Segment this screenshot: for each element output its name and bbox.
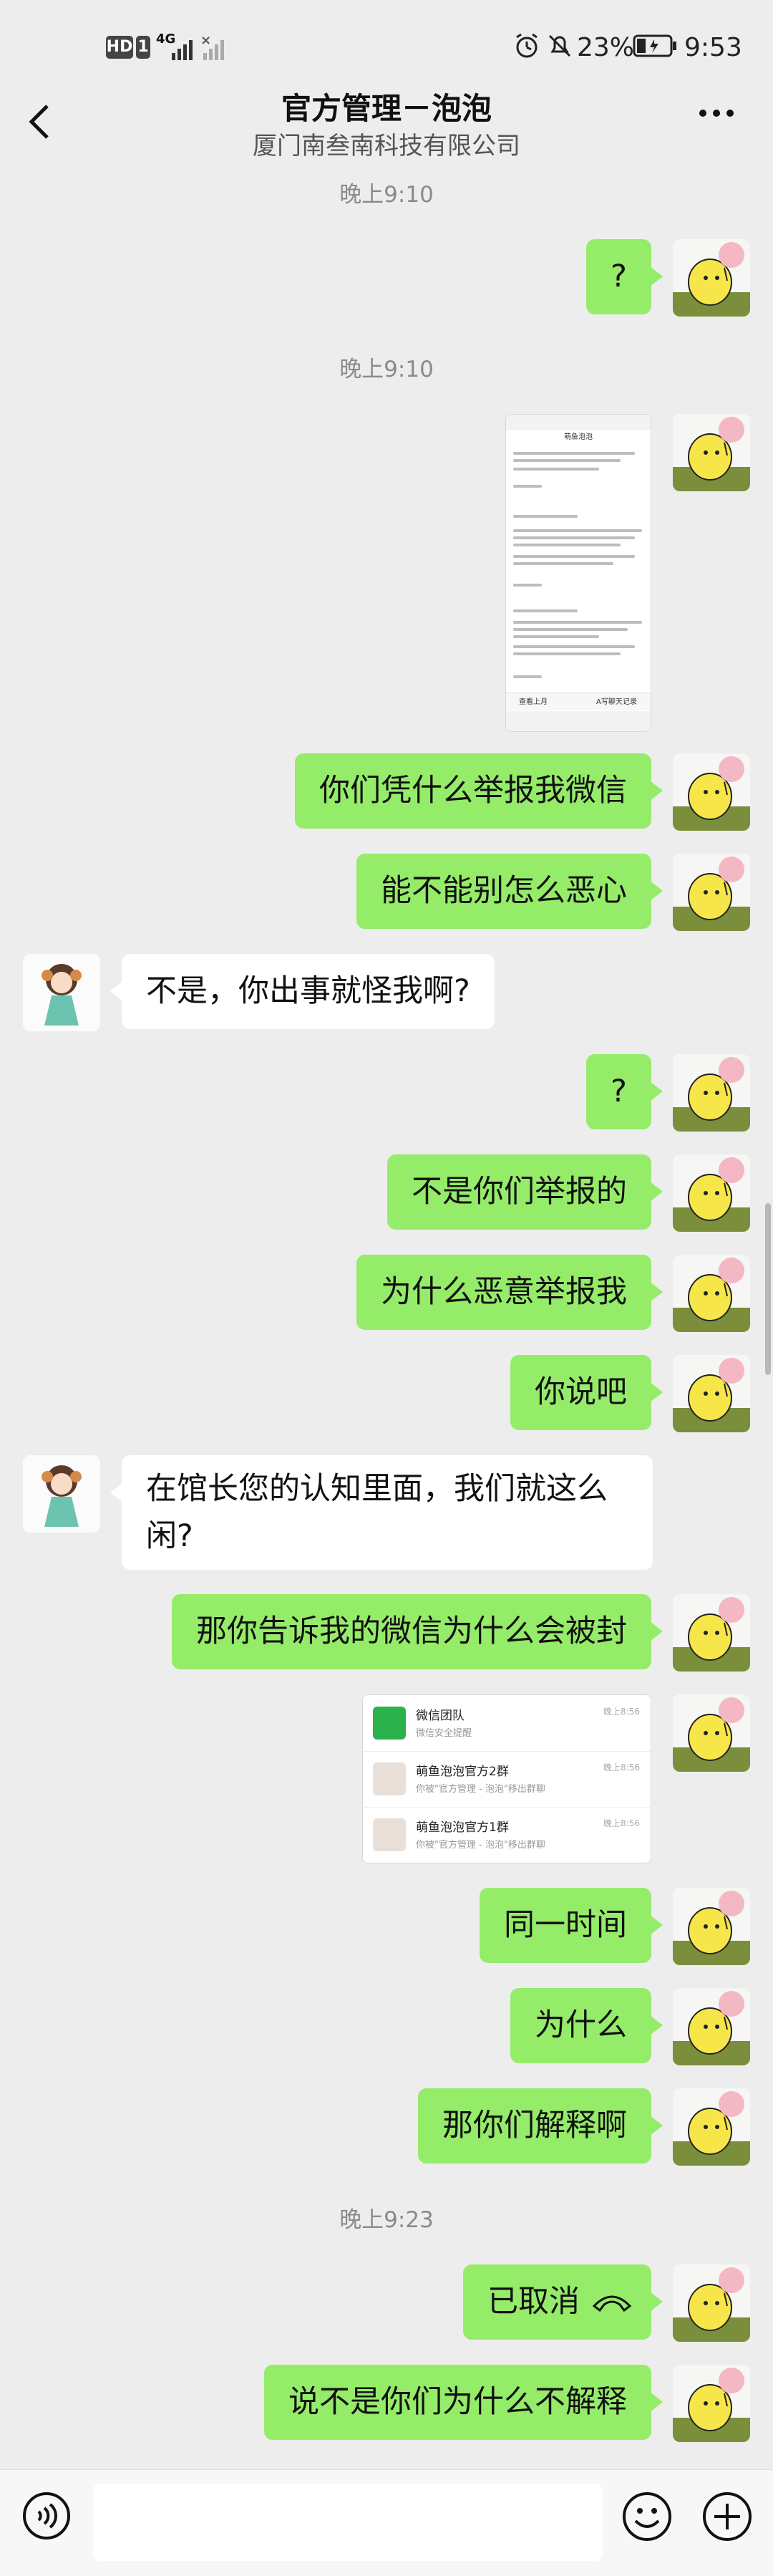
avatar-self[interactable] (673, 2264, 750, 2342)
egg-character-icon (673, 1358, 750, 1432)
egg-character-icon (673, 1697, 750, 1772)
battery-percent: 23% (577, 33, 635, 62)
message-bubble-sent[interactable]: 同一时间 (480, 1888, 663, 1963)
avatar-self[interactable] (673, 1355, 750, 1432)
message-bubble-sent[interactable]: 你说吧 (510, 1355, 663, 1430)
avatar-self[interactable] (673, 1054, 750, 1132)
plus-icon[interactable] (701, 2491, 753, 2542)
avatar-self[interactable] (673, 1255, 750, 1332)
message-bubble-sent[interactable]: ? (586, 1054, 663, 1129)
timestamp: 晚上9:23 (339, 2207, 434, 2233)
wechat-icon (373, 1707, 406, 1740)
egg-character-icon (673, 2368, 750, 2442)
avatar-contact[interactable] (23, 954, 100, 1031)
phone-hangup-icon (592, 2295, 632, 2312)
screenshot-btn-right: A写聊天记录 (596, 698, 637, 706)
signal-icon: × (172, 34, 224, 60)
hd-badge: HD (106, 36, 133, 59)
egg-character-icon (673, 1597, 750, 1671)
timestamp: 晚上9:10 (339, 357, 434, 382)
call-status-label: 已取消 (487, 2284, 580, 2320)
message-bubble-sent[interactable]: 那你们解释啊 (418, 2088, 663, 2163)
screenshot-row: 萌鱼泡泡官方2群 你被"官方管理 - 泡泡"移出群聊 晚上8:56 (363, 1751, 651, 1808)
egg-character-icon (673, 1258, 750, 1332)
avatar-self[interactable] (673, 1154, 750, 1232)
avatar-self[interactable] (673, 1888, 750, 1965)
screenshot-image[interactable]: 微信团队 微信安全提醒 晚上8:56 萌鱼泡泡官方2群 你被"官方管理 - 泡泡… (362, 1694, 651, 1863)
screenshot-row: 微信团队 微信安全提醒 晚上8:56 (363, 1695, 651, 1752)
screenshot-row: 萌鱼泡泡官方1群 你被"官方管理 - 泡泡"移出群聊 晚上8:56 (363, 1807, 651, 1863)
message-bubble-sent[interactable]: 你们凭什么举报我微信 (295, 753, 663, 829)
message-bubble-sent[interactable]: 说不是你们为什么不解释 (264, 2365, 663, 2440)
battery-icon (633, 34, 676, 57)
anime-girl-icon (42, 964, 82, 1026)
chat-subtitle: 厦门南叁南科技有限公司 (253, 132, 520, 160)
avatar-self[interactable] (673, 854, 750, 931)
avatar-self[interactable] (673, 1594, 750, 1671)
avatar-contact[interactable] (23, 1455, 100, 1533)
scrollbar[interactable] (765, 1203, 771, 1375)
egg-character-icon (673, 1991, 750, 2065)
alarm-icon (516, 33, 538, 58)
clock: 9:53 (684, 33, 742, 62)
status-bar: HD 1 4G × 23% 9:53 (0, 0, 773, 93)
message-bubble-sent[interactable]: 为什么恶意举报我 (356, 1255, 663, 1330)
egg-character-icon (673, 1157, 750, 1232)
avatar-self[interactable] (673, 1694, 750, 1772)
avatar-self[interactable] (673, 1988, 750, 2065)
egg-character-icon (673, 242, 750, 317)
egg-character-icon (673, 1891, 750, 1965)
group-avatar-icon (373, 1762, 406, 1795)
mute-icon (548, 34, 571, 57)
message-bubble-sent[interactable]: 为什么 (510, 1988, 663, 2063)
avatar-self[interactable] (673, 239, 750, 317)
timestamp: 晚上9:10 (339, 182, 434, 208)
emoji-icon[interactable] (621, 2491, 673, 2542)
message-bubble-received[interactable]: 不是，你出事就怪我啊? (110, 954, 495, 1029)
voice-input-icon[interactable] (21, 2491, 72, 2541)
egg-character-icon (673, 2091, 750, 2166)
egg-character-icon (673, 1057, 750, 1132)
avatar-self[interactable] (673, 2088, 750, 2166)
egg-character-icon (673, 857, 750, 931)
call-cancelled-bubble[interactable]: 已取消 (463, 2264, 663, 2340)
avatar-self[interactable] (673, 414, 750, 491)
more-button[interactable] (697, 106, 736, 120)
egg-character-icon (673, 756, 750, 831)
group-avatar-icon (373, 1818, 406, 1851)
avatar-self[interactable] (673, 753, 750, 831)
svg-text:×: × (200, 34, 211, 48)
screenshot-title: 萌鱼泡泡 (564, 433, 593, 441)
screenshot-btn-left: 查看上月 (519, 698, 548, 706)
avatar-self[interactable] (673, 2365, 750, 2442)
egg-character-icon (673, 2267, 750, 2342)
egg-character-icon (673, 417, 750, 491)
message-bubble-sent[interactable]: ? (586, 239, 663, 314)
chat-title: 官方管理－泡泡 (281, 91, 492, 126)
message-input[interactable] (93, 2484, 603, 2561)
anime-girl-icon (42, 1465, 82, 1527)
message-bubble-sent[interactable]: 那你告诉我的微信为什么会被封 (172, 1594, 663, 1669)
message-bubble-received[interactable]: 在馆长您的认知里面，我们就这么闲? (110, 1455, 653, 1570)
message-bubble-sent[interactable]: 不是你们举报的 (387, 1154, 663, 1230)
message-bubble-sent[interactable]: 能不能别怎么恶心 (356, 854, 663, 929)
sim-badge: 1 (136, 36, 150, 59)
screenshot-image[interactable]: 萌鱼泡泡 查看上月 A写聊天记录 (505, 414, 651, 732)
